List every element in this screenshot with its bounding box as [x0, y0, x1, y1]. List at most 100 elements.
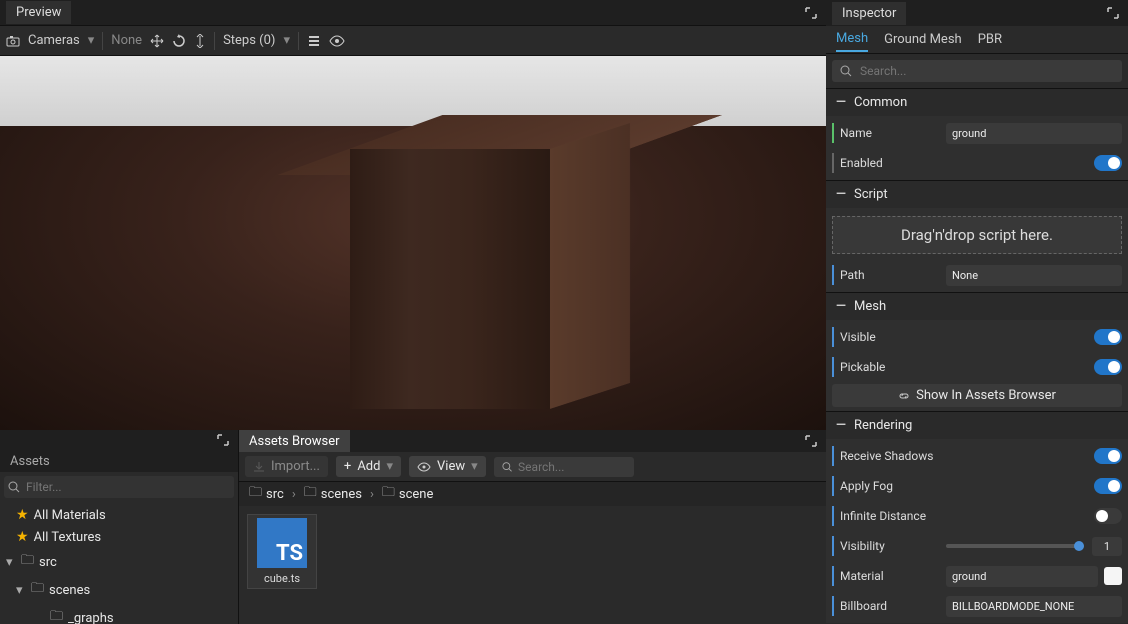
maximize-icon[interactable]	[802, 432, 820, 450]
receive-shadows-toggle[interactable]	[1094, 448, 1122, 464]
move-icon[interactable]	[150, 34, 164, 48]
maximize-icon[interactable]	[1104, 4, 1122, 22]
section-title: Common	[854, 95, 907, 110]
infinite-distance-label: Infinite Distance	[840, 509, 1088, 523]
visibility-value[interactable]: 1	[1092, 537, 1122, 556]
star-icon: ★	[16, 507, 29, 523]
file-name: cube.ts	[264, 572, 300, 585]
browser-search[interactable]	[494, 457, 634, 477]
section-title: Mesh	[854, 299, 886, 314]
enabled-toggle[interactable]	[1094, 155, 1122, 171]
preview-tab[interactable]: Preview	[6, 1, 71, 24]
tree-all-materials[interactable]: ★ All Materials	[0, 504, 238, 526]
tree-label: All Materials	[34, 508, 106, 523]
infinite-distance-toggle[interactable]	[1094, 508, 1122, 524]
tab-pbr[interactable]: PBR	[978, 28, 1002, 51]
bc-label: scenes	[321, 487, 362, 502]
viewport[interactable]	[0, 56, 826, 430]
tree-src[interactable]: ▾🗀src	[0, 548, 238, 576]
tab-ground-mesh[interactable]: Ground Mesh	[884, 28, 962, 51]
bc-label: scene	[399, 487, 433, 502]
tree-label: scenes	[49, 583, 90, 598]
folder-icon: 🗀	[249, 483, 262, 505]
visible-toggle[interactable]	[1094, 329, 1122, 345]
collapse-icon: —	[834, 419, 848, 433]
tree-label: _graphs	[68, 611, 114, 624]
tree-scenes[interactable]: ▾🗀scenes	[0, 576, 238, 604]
visibility-slider[interactable]	[946, 544, 1084, 548]
search-icon	[502, 461, 512, 473]
view-button[interactable]: View▾	[409, 456, 486, 477]
tab-assets[interactable]: Assets	[0, 450, 60, 473]
tree-graphs[interactable]: 🗀_graphs	[0, 604, 238, 624]
section-rendering[interactable]: — Rendering	[826, 412, 1128, 439]
import-label: Import...	[271, 459, 320, 474]
path-input[interactable]	[946, 265, 1122, 286]
tree-label: src	[39, 555, 57, 570]
pickable-toggle[interactable]	[1094, 359, 1122, 375]
import-button[interactable]: Import...	[245, 456, 328, 477]
billboard-input[interactable]	[946, 596, 1122, 617]
material-swatch[interactable]	[1104, 567, 1122, 585]
show-in-assets-button[interactable]: Show In Assets Browser	[832, 384, 1122, 407]
path-label: Path	[840, 268, 940, 282]
section-mesh[interactable]: — Mesh	[826, 293, 1128, 320]
apply-fog-toggle[interactable]	[1094, 478, 1122, 494]
breadcrumb-item[interactable]: 🗀scene	[382, 483, 434, 505]
tab-assets-browser[interactable]: Assets Browser	[239, 430, 350, 453]
script-drop-zone[interactable]: Drag'n'drop script here.	[832, 216, 1122, 254]
preview-toolbar: Cameras ▾ None Steps (0) ▾	[0, 26, 826, 56]
search-icon	[8, 481, 20, 493]
scale-icon[interactable]	[194, 34, 206, 48]
section-script[interactable]: —Script	[826, 181, 1128, 208]
name-input[interactable]	[946, 123, 1122, 144]
tree-all-textures[interactable]: ★All Textures	[0, 526, 238, 548]
maximize-icon[interactable]	[214, 431, 232, 449]
pickable-label: Pickable	[840, 360, 1088, 374]
assets-filter[interactable]	[4, 476, 234, 498]
inspector-tab[interactable]: Inspector	[832, 2, 906, 25]
asset-file[interactable]: TS cube.ts	[247, 514, 317, 589]
collapse-icon: —	[834, 96, 848, 110]
visible-label: Visible	[840, 330, 1088, 344]
assets-tree: ★ All Materials ★All Textures ▾🗀src ▾🗀sce…	[0, 502, 238, 624]
receive-shadows-label: Receive Shadows	[840, 449, 1088, 463]
show-in-assets-label: Show In Assets Browser	[916, 388, 1056, 403]
name-label: Name	[840, 126, 940, 140]
add-label: Add	[357, 459, 380, 474]
camera-icon	[6, 35, 20, 47]
cameras-label: Cameras	[28, 33, 80, 48]
typescript-icon: TS	[257, 518, 307, 568]
tab-mesh[interactable]: Mesh	[836, 27, 868, 52]
cameras-dropdown[interactable]: Cameras ▾	[6, 33, 94, 48]
material-input[interactable]	[946, 566, 1098, 587]
breadcrumb-item[interactable]: 🗀scenes	[304, 483, 362, 505]
list-icon[interactable]	[307, 35, 321, 47]
material-label: Material	[840, 569, 940, 583]
preview-header: Preview	[0, 0, 826, 26]
filter-input[interactable]	[26, 480, 230, 494]
rotate-icon[interactable]	[172, 34, 186, 48]
plus-icon: +	[344, 459, 351, 474]
transform-mode-label: None	[111, 33, 142, 48]
breadcrumb-item[interactable]: 🗀 src	[249, 483, 284, 505]
inspector-search[interactable]	[832, 60, 1122, 82]
add-button[interactable]: +Add▾	[336, 456, 401, 477]
visibility-icon[interactable]	[329, 35, 345, 47]
browser-toolbar: Import... +Add▾ View▾	[239, 452, 826, 482]
section-title: Rendering	[854, 418, 912, 433]
apply-fog-label: Apply Fog	[840, 479, 1088, 493]
chevron-down-icon: ▾	[6, 555, 16, 570]
enabled-label: Enabled	[840, 156, 1088, 170]
view-label: View	[437, 459, 465, 474]
steps-dropdown[interactable]: Steps (0) ▾	[223, 33, 290, 48]
billboard-label: Billboard	[840, 599, 940, 613]
inspector-search-input[interactable]	[860, 64, 1114, 78]
bc-label: src	[266, 487, 284, 502]
section-common[interactable]: — Common	[826, 89, 1128, 116]
collapse-icon: —	[834, 300, 848, 314]
chevron-right-icon: ›	[370, 487, 374, 502]
collapse-icon: —	[834, 188, 848, 202]
maximize-icon[interactable]	[802, 4, 820, 22]
browser-search-input[interactable]	[518, 460, 626, 474]
